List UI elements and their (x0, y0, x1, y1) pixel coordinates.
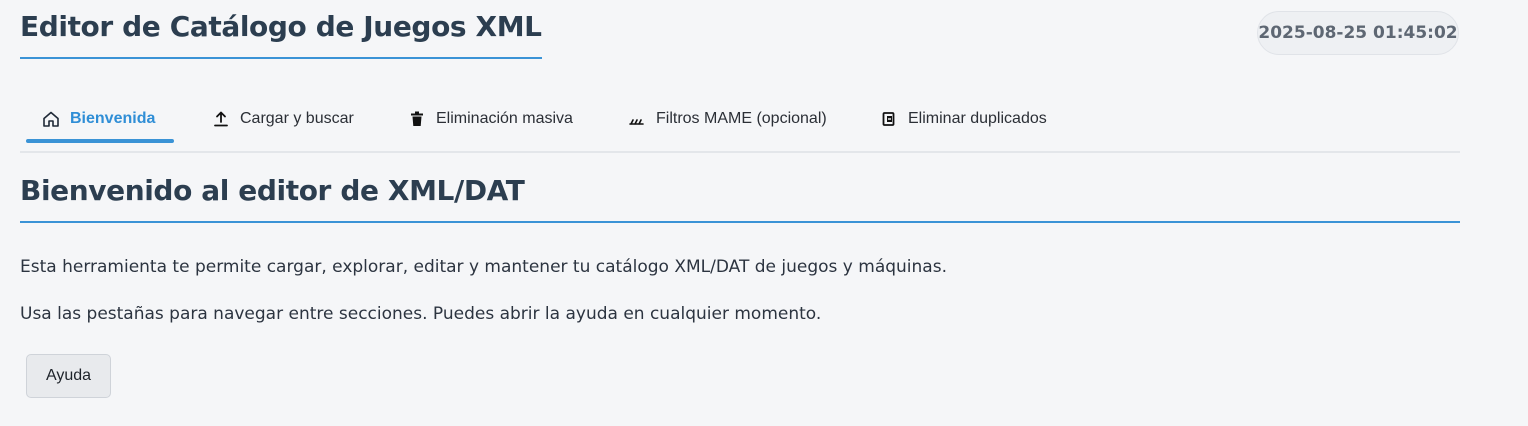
tab-label: Cargar y buscar (240, 110, 354, 127)
tab-bienvenida[interactable]: Bienvenida (42, 95, 155, 143)
tab-cargar-y-buscar[interactable]: Cargar y buscar (212, 95, 354, 143)
remove-duplicate-icon (880, 110, 898, 128)
navigation-hint: Usa las pestañas para navegar entre secc… (20, 304, 822, 324)
tab-filtros-mame[interactable]: Filtros MAME (opcional) (628, 95, 827, 143)
trash-icon (408, 110, 426, 128)
tab-bar: Bienvenida Cargar y buscar Eliminación m… (20, 95, 1460, 153)
upload-icon (212, 110, 230, 128)
app-title: Editor de Catálogo de Juegos XML (20, 10, 542, 59)
home-icon (42, 110, 60, 128)
intro-paragraph: Esta herramienta te permite cargar, expl… (20, 257, 947, 277)
section-title: Bienvenido al editor de XML/DAT (20, 174, 1460, 223)
tab-label: Eliminar duplicados (908, 110, 1047, 127)
tab-label: Filtros MAME (opcional) (656, 110, 827, 127)
tab-eliminar-duplicados[interactable]: Eliminar duplicados (880, 95, 1047, 143)
sliders-icon (628, 110, 646, 128)
tab-eliminacion-masiva[interactable]: Eliminación masiva (408, 95, 573, 143)
active-tab-indicator (26, 139, 174, 143)
tab-label: Eliminación masiva (436, 110, 573, 127)
datetime-badge: 2025-08-25 01:45:02 (1257, 11, 1459, 55)
tab-label: Bienvenida (70, 110, 156, 127)
help-button[interactable]: Ayuda (26, 354, 111, 398)
